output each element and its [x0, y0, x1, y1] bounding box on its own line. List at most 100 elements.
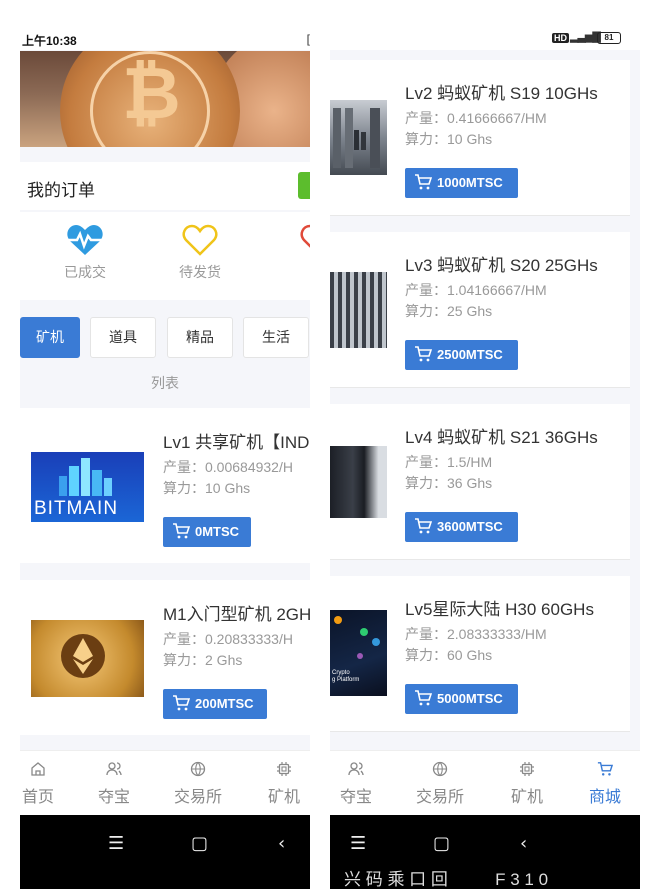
- battery-icon: 81: [597, 32, 621, 44]
- view-all-orders-button[interactable]: [298, 172, 310, 199]
- cart-icon: [415, 518, 432, 534]
- product-output: 产量：1.04166667/HM: [405, 282, 547, 298]
- bitmain-product-image: BITMAIN: [31, 452, 144, 522]
- system-navigation-bar: ☰ ▢ ‹ 兴 码 乘 口 回 F 3 1 0: [330, 815, 640, 889]
- heart-icon: [300, 224, 310, 248]
- status-bar: 上午10:38 [: [20, 0, 310, 50]
- cart-icon: [173, 695, 190, 711]
- buy-price: 3600MTSC: [437, 519, 503, 534]
- crypto-platform-image: Crypto g Platform: [330, 610, 387, 696]
- buy-button[interactable]: 3600MTSC: [405, 512, 518, 542]
- users-icon: [106, 762, 122, 776]
- left-screen: 上午10:38 [ ₿ 我的订单 已成交 待发货 矿机 道具 精品 生活 列表 …: [20, 0, 310, 889]
- product-name: M1入门型矿机 2GH: [163, 605, 310, 624]
- chip-icon: [277, 762, 291, 776]
- nav-label: 矿机: [267, 789, 300, 806]
- nav-miner[interactable]: 矿机: [254, 761, 310, 807]
- product-name: Lv4 蚂蚁矿机 S21 36GHs: [405, 428, 598, 447]
- buy-button[interactable]: 1000MTSC: [405, 168, 518, 198]
- my-orders-title: 我的订单: [27, 181, 95, 200]
- heart-icon: [182, 224, 218, 256]
- product-card[interactable]: Lv3 蚂蚁矿机 S20 25GHs 产量：1.04166667/HM 算力：2…: [330, 232, 630, 388]
- nav-label: 夺宝: [97, 789, 130, 806]
- buy-button[interactable]: 5000MTSC: [405, 684, 518, 714]
- tab-props[interactable]: 道具: [90, 317, 156, 358]
- miner-rack-image: [330, 446, 387, 518]
- product-name: Lv3 蚂蚁矿机 S20 25GHs: [405, 256, 598, 275]
- menu-icon[interactable]: ☰: [108, 833, 124, 854]
- nav-label: 夺宝: [339, 789, 372, 806]
- product-output: 产量：2.08333333/HM: [405, 626, 547, 642]
- globe-icon: [190, 761, 206, 777]
- bitcoin-coin-image: ₿: [60, 51, 240, 147]
- tab-featured[interactable]: 精品: [167, 317, 233, 358]
- tab-miners[interactable]: 矿机: [20, 317, 80, 358]
- nav-home[interactable]: 首页: [20, 761, 68, 807]
- system-navigation-bar: ☰ ▢ ‹: [20, 815, 310, 889]
- product-output: 产量：0.20833333/H: [163, 631, 293, 647]
- buy-price: 200MTSC: [195, 696, 254, 711]
- bitcoin-banner[interactable]: ₿: [20, 51, 310, 147]
- heartbeat-icon: [67, 225, 103, 255]
- bitmain-logo-text: BITMAIN: [34, 498, 119, 519]
- status-cut-icon: [: [306, 32, 310, 46]
- category-tabs: 矿机 道具 精品 生活: [20, 317, 310, 359]
- buy-button[interactable]: 200MTSC: [163, 689, 267, 719]
- menu-icon[interactable]: ☰: [350, 833, 366, 854]
- nav-exchange[interactable]: 交易所: [410, 761, 470, 807]
- mining-farm-image: [330, 100, 387, 175]
- product-card[interactable]: Crypto g Platform Lv5星际大陆 H30 60GHs 产量：2…: [330, 576, 630, 732]
- product-hashrate: 算力：60 Ghs: [405, 647, 493, 663]
- order-status-label: 已成交: [64, 264, 106, 280]
- product-card[interactable]: Lv4 蚂蚁矿机 S21 36GHs 产量：1.5/HM 算力：36 Ghs 3…: [330, 404, 630, 560]
- nav-miner[interactable]: 矿机: [497, 761, 557, 807]
- back-icon[interactable]: ‹: [278, 833, 285, 854]
- nav-label: 商城: [588, 789, 621, 806]
- product-name: Lv2 蚂蚁矿机 S19 10GHs: [405, 84, 598, 103]
- cart-icon: [415, 346, 432, 362]
- back-icon[interactable]: ‹: [520, 833, 527, 854]
- cart-icon: [415, 174, 432, 190]
- order-status-label: 待发货: [179, 264, 221, 280]
- nav-treasure[interactable]: 夺宝: [330, 761, 386, 807]
- product-hashrate: 算力：36 Ghs: [405, 475, 493, 491]
- nav-mall[interactable]: 商城: [575, 761, 635, 807]
- chip-icon: [520, 762, 534, 776]
- users-icon: [348, 762, 364, 776]
- home-square-icon[interactable]: ▢: [191, 833, 208, 854]
- status-time: 上午10:38: [22, 34, 77, 48]
- bottom-navigation: 夺宝 交易所 矿机 商城: [330, 750, 640, 815]
- buy-price: 0MTSC: [195, 524, 240, 539]
- product-hashrate: 算力：10 Ghs: [405, 131, 493, 147]
- order-status-label: 待: [278, 262, 310, 282]
- my-orders-row[interactable]: 我的订单: [20, 162, 310, 210]
- product-card[interactable]: M1入门型矿机 2GH 产量：0.20833333/H 算力：2 Ghs 200…: [20, 580, 310, 735]
- crypto-platform-text: Crypto g Platform: [332, 670, 360, 683]
- buy-button[interactable]: 0MTSC: [163, 517, 251, 547]
- nav-treasure[interactable]: 夺宝: [84, 761, 144, 807]
- nav-label: 首页: [21, 789, 54, 806]
- home-square-icon[interactable]: ▢: [433, 833, 450, 854]
- product-card[interactable]: BITMAIN Lv1 共享矿机【IND 产量：0.00684932/H 算力：…: [20, 408, 310, 563]
- signal-icon: ▂▃▅▇: [570, 31, 601, 43]
- hd-icon: HD: [552, 33, 569, 43]
- overflow-text: 兴 码 乘 口 回 F 3 1 0: [344, 870, 549, 889]
- globe-icon: [432, 761, 448, 777]
- cart-icon: [597, 762, 613, 776]
- status-bar: HD ▂▃▅▇ 81: [330, 0, 640, 50]
- nav-label: 交易所: [173, 789, 222, 806]
- nav-label: 交易所: [415, 789, 464, 806]
- cart-icon: [173, 523, 190, 539]
- bottom-navigation: 首页 夺宝 交易所 矿机: [20, 750, 310, 815]
- product-name: Lv1 共享矿机【IND: [163, 433, 310, 452]
- nav-label: 矿机: [510, 789, 543, 806]
- buy-button[interactable]: 2500MTSC: [405, 340, 518, 370]
- home-icon: [31, 762, 45, 776]
- nav-exchange[interactable]: 交易所: [168, 761, 228, 807]
- order-status-completed[interactable]: 已成交: [45, 224, 125, 282]
- product-card[interactable]: Lv2 蚂蚁矿机 S19 10GHs 产量：0.41666667/HM 算力：1…: [330, 60, 630, 216]
- order-status-third[interactable]: 待: [278, 224, 310, 282]
- order-status-pending-shipment[interactable]: 待发货: [160, 224, 240, 282]
- tab-lifestyle[interactable]: 生活: [243, 317, 309, 358]
- product-name: Lv5星际大陆 H30 60GHs: [405, 600, 594, 619]
